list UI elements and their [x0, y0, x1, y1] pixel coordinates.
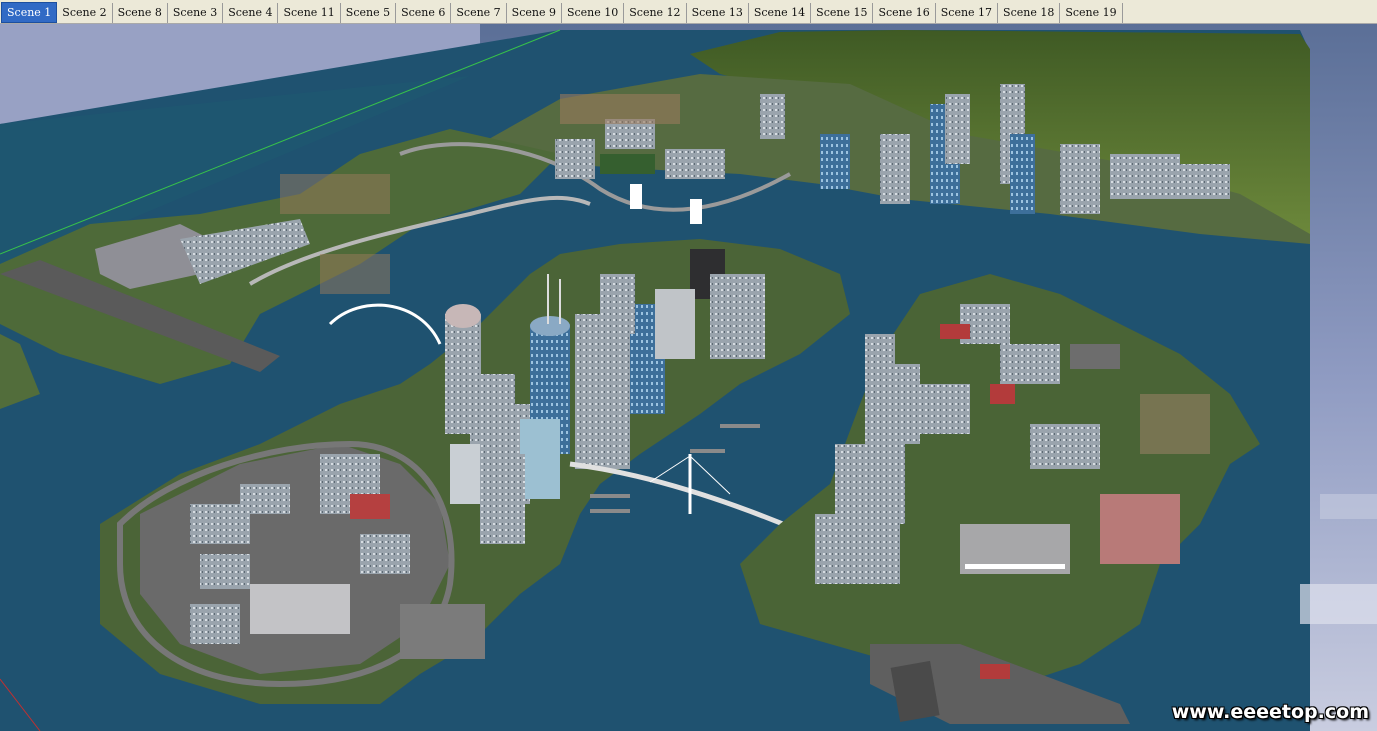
north-block-2 — [665, 149, 725, 179]
building-lowrise-5 — [360, 534, 410, 574]
north-tower-7 — [1110, 154, 1180, 199]
north-block-3 — [555, 139, 595, 179]
tab-scene-9[interactable]: Scene 9 — [507, 3, 562, 23]
building-lowrise-3 — [200, 554, 250, 589]
north-tower-1 — [760, 94, 785, 139]
east-roof-red-1 — [940, 324, 970, 339]
building-lowrise-2 — [240, 484, 290, 514]
pier-2 — [590, 509, 630, 513]
tab-scene-17[interactable]: Scene 17 — [936, 3, 999, 23]
building-red-stripe — [350, 494, 390, 519]
east-factory — [1100, 494, 1180, 564]
east-block-3 — [1000, 344, 1060, 384]
north-tower-8 — [1170, 164, 1230, 199]
building-block-gray — [400, 604, 485, 659]
building-lowrise-6 — [190, 604, 240, 644]
east-sand — [1140, 394, 1210, 454]
east-block-4 — [920, 384, 970, 434]
tab-scene-14[interactable]: Scene 14 — [749, 3, 812, 23]
tab-scene-16[interactable]: Scene 16 — [873, 3, 936, 23]
tab-scene-8[interactable]: Scene 8 — [113, 3, 168, 23]
sky-right-strip — [1310, 24, 1377, 731]
east-warehouse-stripe — [965, 564, 1065, 569]
sketchup-window: Scene 1 Scene 2 Scene 8 Scene 3 Scene 4 … — [0, 0, 1377, 731]
building-hall — [250, 584, 350, 634]
north-tower-5 — [1010, 134, 1035, 214]
tab-scene-1[interactable]: Scene 1 — [1, 2, 58, 23]
skyscraper-white-2 — [450, 444, 480, 504]
pier-3 — [720, 424, 760, 428]
tab-scene-7[interactable]: Scene 7 — [451, 3, 507, 23]
tab-scene-13[interactable]: Scene 13 — [687, 3, 749, 23]
east-roof-red-2 — [990, 384, 1015, 404]
tab-scene-6[interactable]: Scene 6 — [396, 3, 452, 23]
skyscraper-front — [480, 454, 525, 544]
tab-scene-3[interactable]: Scene 3 — [168, 3, 224, 23]
skyscraper-glass — [520, 419, 560, 499]
east-block-tall — [835, 444, 905, 524]
mid-houses — [320, 254, 390, 294]
skyscraper-dome-top — [445, 304, 481, 328]
north-tower-9 — [880, 134, 910, 204]
cloud-strip — [1300, 584, 1377, 624]
skyscraper-blue-top — [530, 316, 570, 336]
north-gate-left — [630, 184, 642, 209]
north-houses — [560, 94, 680, 124]
tab-scene-10[interactable]: Scene 10 — [562, 3, 625, 23]
north-gate-right — [690, 199, 702, 224]
east-block-1 — [1030, 424, 1100, 469]
tab-scene-15[interactable]: Scene 15 — [811, 3, 874, 23]
scene-tabbar: Scene 1 Scene 2 Scene 8 Scene 3 Scene 4 … — [0, 0, 1377, 24]
model-viewport[interactable] — [0, 24, 1377, 731]
watermark-text: www.eeeetop.com — [1171, 701, 1369, 723]
tab-scene-18[interactable]: Scene 18 — [998, 3, 1061, 23]
east-curved-building — [815, 514, 900, 584]
tab-scene-12[interactable]: Scene 12 — [624, 3, 687, 23]
north-field — [600, 154, 655, 174]
pier-4 — [690, 449, 725, 453]
tab-scene-19[interactable]: Scene 19 — [1060, 3, 1123, 23]
skyscraper-back-1 — [600, 274, 635, 334]
east-roof-red-3 — [980, 664, 1010, 679]
building-arch-gate — [710, 274, 765, 359]
tab-scene-11[interactable]: Scene 11 — [278, 3, 341, 23]
east-parking — [1070, 344, 1120, 369]
east-tower-1 — [865, 334, 895, 444]
tab-scene-4[interactable]: Scene 4 — [223, 3, 279, 23]
building-back-2 — [655, 289, 695, 359]
pier-1 — [590, 494, 630, 498]
north-tower-10 — [820, 134, 850, 189]
city-model-scene — [0, 24, 1377, 731]
tab-scene-5[interactable]: Scene 5 — [341, 3, 397, 23]
skyscraper-tall-white — [575, 314, 630, 469]
east-tower-2 — [895, 364, 920, 444]
north-tower-3 — [945, 94, 970, 164]
tab-scene-2[interactable]: Scene 2 — [57, 3, 113, 23]
north-tower-6 — [1060, 144, 1100, 214]
west-houses — [280, 174, 390, 214]
cloud-strip-2 — [1320, 494, 1377, 519]
